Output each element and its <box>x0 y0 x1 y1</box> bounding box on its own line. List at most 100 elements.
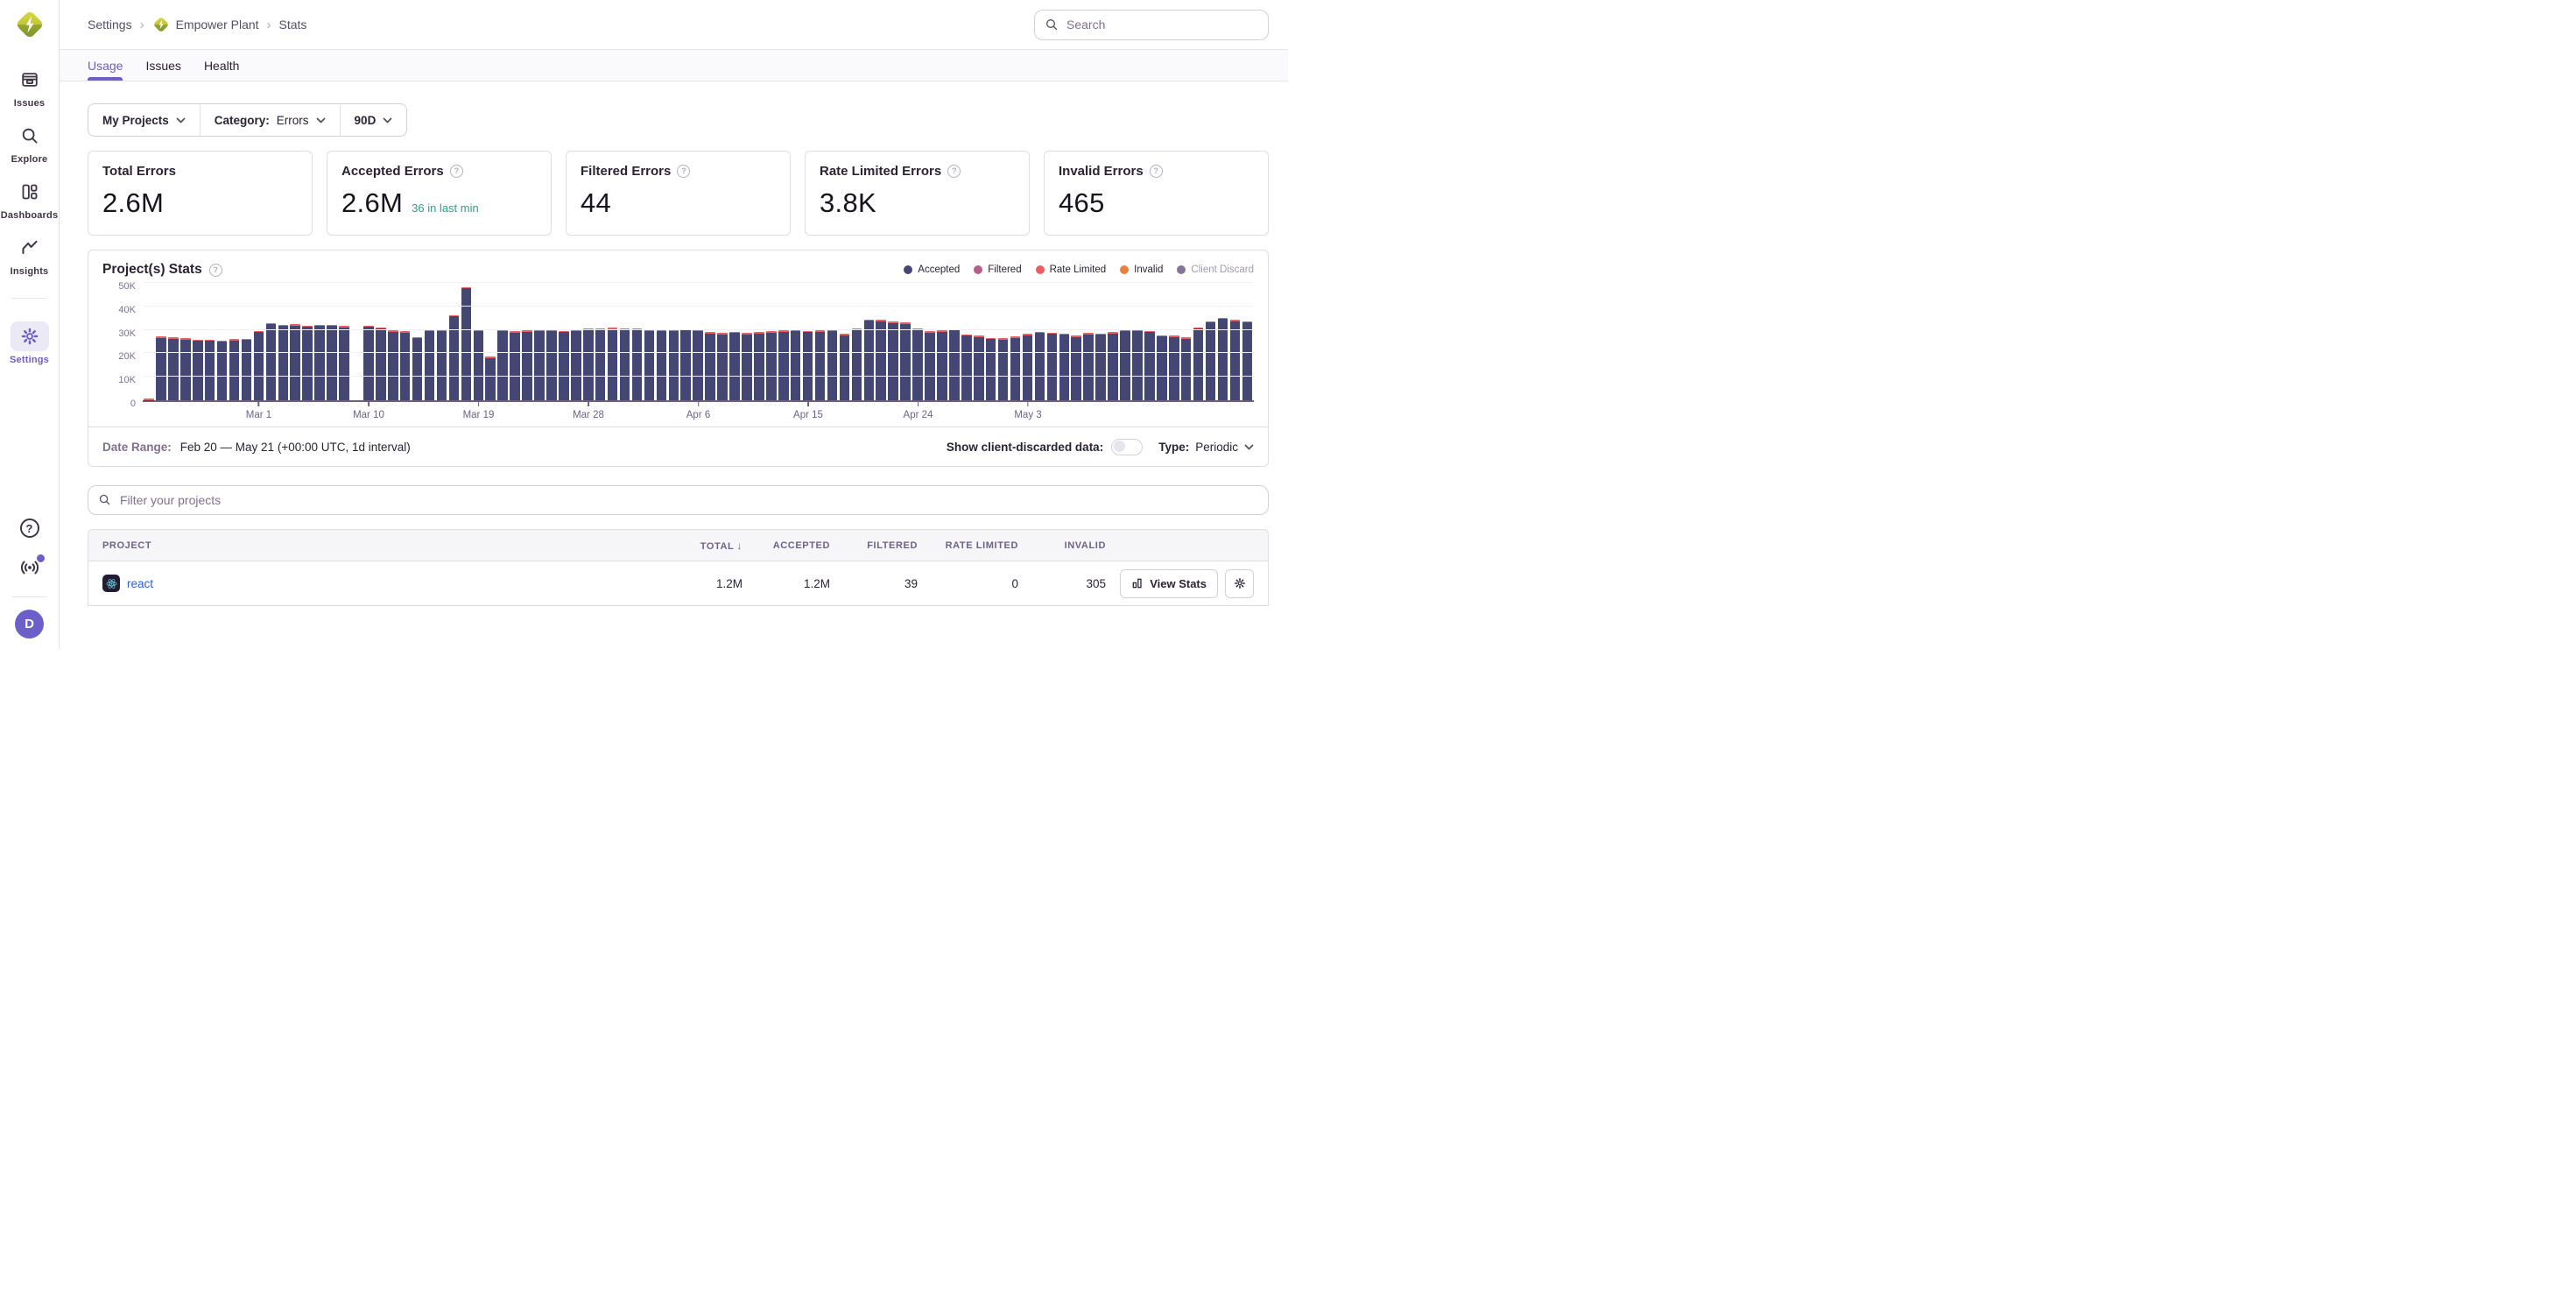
help-hint-icon[interactable]: ? <box>450 165 463 178</box>
bar[interactable] <box>620 328 630 400</box>
bar[interactable] <box>595 328 606 400</box>
bar[interactable] <box>1095 334 1106 400</box>
bar[interactable] <box>840 334 850 400</box>
bar[interactable] <box>376 328 386 401</box>
sidebar-item-issues[interactable]: Issues <box>0 65 59 109</box>
bar[interactable] <box>474 330 484 400</box>
legend-item-filtered[interactable]: Filtered <box>974 265 1021 275</box>
bar[interactable] <box>1059 334 1070 400</box>
bar[interactable] <box>1206 321 1216 400</box>
bar[interactable] <box>778 330 789 400</box>
org-logo-icon[interactable] <box>14 9 46 40</box>
bar[interactable] <box>559 331 569 400</box>
bar[interactable] <box>388 330 398 400</box>
bar[interactable] <box>217 341 228 400</box>
bar[interactable] <box>1108 332 1118 400</box>
tab-usage[interactable]: Usage <box>88 50 123 81</box>
bar[interactable] <box>815 330 826 400</box>
breadcrumb-organization[interactable]: Empower Plant <box>152 16 259 33</box>
help-hint-icon[interactable]: ? <box>677 165 690 178</box>
tab-health[interactable]: Health <box>204 50 239 81</box>
bar[interactable] <box>925 331 935 400</box>
bar[interactable] <box>1169 335 1179 400</box>
bar[interactable] <box>437 329 447 400</box>
bar[interactable] <box>412 337 423 400</box>
bar[interactable] <box>1010 336 1021 400</box>
bar[interactable] <box>400 331 411 400</box>
project-settings-button[interactable] <box>1225 569 1254 598</box>
bar[interactable] <box>254 331 264 400</box>
legend-item-accepted[interactable]: Accepted <box>904 265 960 275</box>
bar[interactable] <box>608 328 618 400</box>
bar[interactable] <box>742 333 752 400</box>
bar[interactable] <box>242 339 252 400</box>
column-header-rate-limited[interactable]: RATE LIMITED <box>918 540 1018 551</box>
column-header-invalid[interactable]: INVALID <box>1018 540 1106 551</box>
bar[interactable] <box>461 287 472 400</box>
breadcrumb-settings[interactable]: Settings <box>88 18 132 32</box>
bar[interactable] <box>278 325 289 400</box>
bar[interactable] <box>937 330 947 400</box>
bar[interactable] <box>680 329 691 400</box>
bar[interactable] <box>522 330 532 400</box>
bar[interactable] <box>1242 321 1253 400</box>
bar[interactable] <box>1132 329 1143 400</box>
bar[interactable] <box>791 330 801 400</box>
bar[interactable] <box>1035 332 1045 400</box>
bar[interactable] <box>144 399 154 400</box>
bar[interactable] <box>754 332 764 400</box>
bar[interactable] <box>534 329 545 400</box>
column-header-filtered[interactable]: FILTERED <box>830 540 918 551</box>
bar[interactable] <box>1083 333 1094 400</box>
bar[interactable] <box>852 328 862 400</box>
bar[interactable] <box>339 326 349 400</box>
column-header-total[interactable]: TOTAL↓ <box>655 540 743 552</box>
bar[interactable] <box>205 340 215 400</box>
bar[interactable] <box>729 332 740 400</box>
help-hint-icon[interactable]: ? <box>1150 165 1163 178</box>
column-header-project[interactable]: PROJECT <box>88 540 655 551</box>
help-icon[interactable]: ? <box>20 518 39 538</box>
help-hint-icon[interactable]: ? <box>209 264 222 277</box>
bar[interactable] <box>705 332 715 400</box>
bar[interactable] <box>803 331 813 400</box>
bar[interactable] <box>900 322 911 400</box>
search-input[interactable] <box>1034 10 1269 40</box>
bar[interactable] <box>974 335 984 400</box>
bar[interactable] <box>986 338 996 400</box>
bar[interactable] <box>632 328 643 400</box>
bar[interactable] <box>449 315 460 400</box>
legend-item-invalid[interactable]: Invalid <box>1120 265 1163 275</box>
bar[interactable] <box>327 325 337 400</box>
view-stats-button[interactable]: View Stats <box>1120 569 1218 598</box>
bar[interactable] <box>912 328 923 400</box>
user-avatar[interactable]: D <box>15 610 44 638</box>
client-discard-toggle[interactable] <box>1111 439 1143 455</box>
sidebar-item-insights[interactable]: Insights <box>0 233 59 277</box>
legend-item-rate-limited[interactable]: Rate Limited <box>1036 265 1107 275</box>
bar[interactable] <box>1230 320 1241 400</box>
bar[interactable] <box>485 356 496 400</box>
bar[interactable] <box>168 337 179 400</box>
bar[interactable] <box>193 340 203 400</box>
bar[interactable] <box>510 331 520 400</box>
bar[interactable] <box>657 330 667 400</box>
bar[interactable] <box>717 333 728 400</box>
bar[interactable] <box>1023 334 1033 400</box>
bar[interactable] <box>180 338 191 400</box>
bar[interactable] <box>888 321 898 400</box>
bar[interactable] <box>961 335 972 400</box>
project-filter-input[interactable] <box>88 485 1269 515</box>
bar[interactable] <box>1218 318 1228 400</box>
bar[interactable] <box>363 326 374 400</box>
help-hint-icon[interactable]: ? <box>947 165 961 178</box>
legend-item-client-discard[interactable]: Client Discard <box>1177 265 1254 275</box>
tab-issues[interactable]: Issues <box>145 50 180 81</box>
bar[interactable] <box>1071 335 1081 400</box>
bar[interactable] <box>571 330 581 400</box>
bar[interactable] <box>156 336 166 400</box>
bar[interactable] <box>669 329 679 400</box>
whats-new-button[interactable] <box>19 557 40 582</box>
bar[interactable] <box>827 329 838 400</box>
bar[interactable] <box>497 329 508 400</box>
